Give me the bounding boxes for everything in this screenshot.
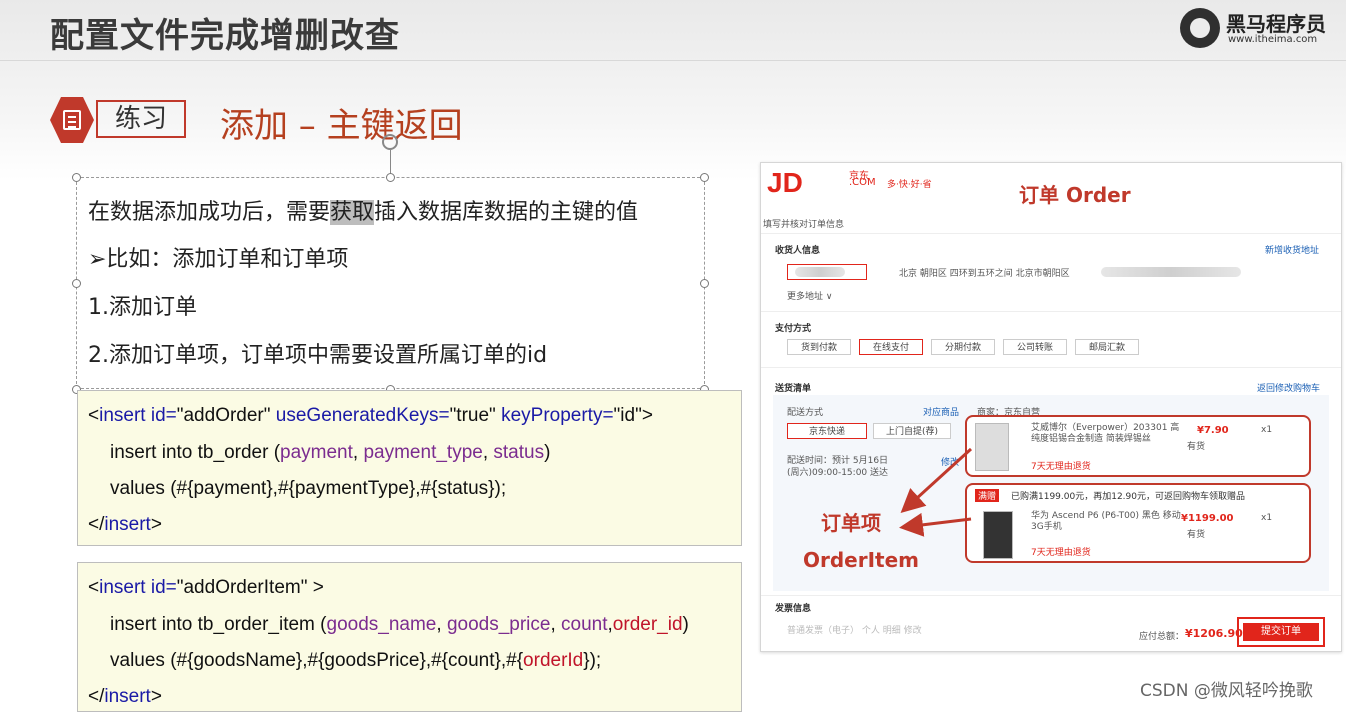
code2-close-gt: > [150,686,162,707]
code1-l2-pre: insert into tb_order ( [110,442,281,463]
code2-l3-pre: values (#{goodsName},#{goodsPrice},#{cou… [110,650,524,671]
code2-l2-pre: insert into tb_order_item ( [110,614,327,635]
code1-close-gt: > [150,514,162,535]
order-item-label-cn: 订单项 [821,511,881,535]
code1-line-4: </insert> [88,514,162,536]
code1-col-payment-type: payment_type [363,442,483,463]
section-title: 添加 – 主键返回 [220,106,463,146]
submit-order-highlight: 提交订单 [1237,617,1325,647]
code2-gt: > [307,577,324,598]
code2-line-1: <insert id="addOrderItem" > [88,577,324,599]
code1-line-3: values (#{payment},#{paymentType},#{stat… [110,478,507,499]
text-line-2: ➢比如：添加订单和订单项 [88,247,349,272]
document-icon [63,110,81,130]
resize-handle-top-right[interactable] [700,173,709,182]
code1-col-payment: payment [280,442,353,463]
code2-close-tag: insert [104,686,151,707]
annotation-arrows [899,447,973,537]
submit-order-button[interactable]: 提交订单 [1243,623,1319,641]
code2-sep2: , [550,614,562,635]
code1-close-lt: </ [88,514,105,535]
resize-handle-top-left[interactable] [72,173,81,182]
code1-val-ugk: "true" [449,405,496,426]
text-line-1-post: 插入数据库数据的主键的值 [374,200,639,225]
logo-text: 黑马程序员 [1226,12,1326,36]
text-line-1-pre: 在数据添加成功后，需要 [88,200,331,225]
total-value: ¥1206.90 [1185,627,1243,640]
code1-gt: > [641,405,653,426]
invoice-options: 普通发票（电子） 个人 明细 修改 [787,626,922,636]
text-line-1: 在数据添加成功后，需要获取插入数据库数据的主键的值 [88,194,638,226]
code1-val-kp: "id" [613,405,642,426]
slide: 配置文件完成增删改查 黑马程序员 www.itheima.com 练习 添加 –… [0,0,1346,712]
code2-line-2: insert into tb_order_item (goods_name, g… [110,614,689,636]
text-line-4: 2.添加订单项，订单项中需要设置所属订单的id [88,343,548,368]
order-item-label-en: OrderItem [803,548,920,572]
code2-col-count: count [561,614,608,635]
jd-order-screenshot: JD 京东 .COM 多·快·好·省 订单 Order 填写并核对订单信息 收货… [760,162,1342,652]
code2-lt: < [88,577,100,598]
code2-col-goods-price: goods_price [446,614,551,635]
code1-l2-post: ) [544,442,551,463]
code1-close-tag: insert [104,514,151,535]
code2-col-goods-name: goods_name [326,614,437,635]
code2-close-lt: </ [88,686,105,707]
code1-attr-id: id= [145,405,177,426]
code1-line-2: insert into tb_order (payment, payment_t… [110,442,550,464]
header-divider [0,60,1346,61]
code2-l2-post: ) [682,614,689,635]
invoice-heading: 发票信息 [775,604,812,614]
divider [761,595,1341,596]
brand-logo: 黑马程序员 www.itheima.com [1180,6,1330,50]
exercise-badge-label: 练习 [96,100,186,138]
code2-col-order-id: order_id [612,614,683,635]
page-title: 配置文件完成增删改查 [50,16,400,56]
code-block-add-order-item: <insert id="addOrderItem" > insert into … [77,562,742,712]
resize-handle-right[interactable] [700,279,709,288]
total-label: 应付总额： [1139,632,1185,642]
arrow-to-item2 [899,512,972,537]
code1-attr-kp: keyProperty= [495,405,614,426]
code1-attr-ugk: useGeneratedKeys= [270,405,450,426]
code1-tag: insert [99,405,146,426]
text-line-3: 1.添加订单 [88,295,197,320]
resize-handle-top[interactable] [386,173,395,182]
code2-l3-post: }); [583,650,602,671]
csdn-watermark: CSDN @微风轻吟挽歌 [1140,681,1313,701]
code1-sep2: , [482,442,494,463]
code2-attr-id: id= [145,577,177,598]
highlighted-word: 获取 [330,200,375,225]
code2-sep1: , [436,614,447,635]
code1-lt: < [88,405,100,426]
horse-logo-icon [1180,8,1220,48]
code1-val-id: "addOrder" [176,405,271,426]
code2-line-4: </insert> [88,686,162,708]
code1-line-1: <insert id="addOrder" useGeneratedKeys="… [88,405,653,427]
code2-val-id: "addOrderItem" [176,577,308,598]
code1-sep1: , [352,442,364,463]
rotate-handle-icon[interactable] [382,134,398,150]
code1-col-status: status [493,442,545,463]
logo-url: www.itheima.com [1228,34,1318,45]
code2-order-id-param: orderId [523,650,584,671]
code2-tag: insert [99,577,146,598]
arrow-to-item1 [900,447,973,514]
resize-handle-left[interactable] [72,279,81,288]
code-block-add-order: <insert id="addOrder" useGeneratedKeys="… [77,390,742,546]
code2-line-3: values (#{goodsName},#{goodsPrice},#{cou… [110,650,601,672]
